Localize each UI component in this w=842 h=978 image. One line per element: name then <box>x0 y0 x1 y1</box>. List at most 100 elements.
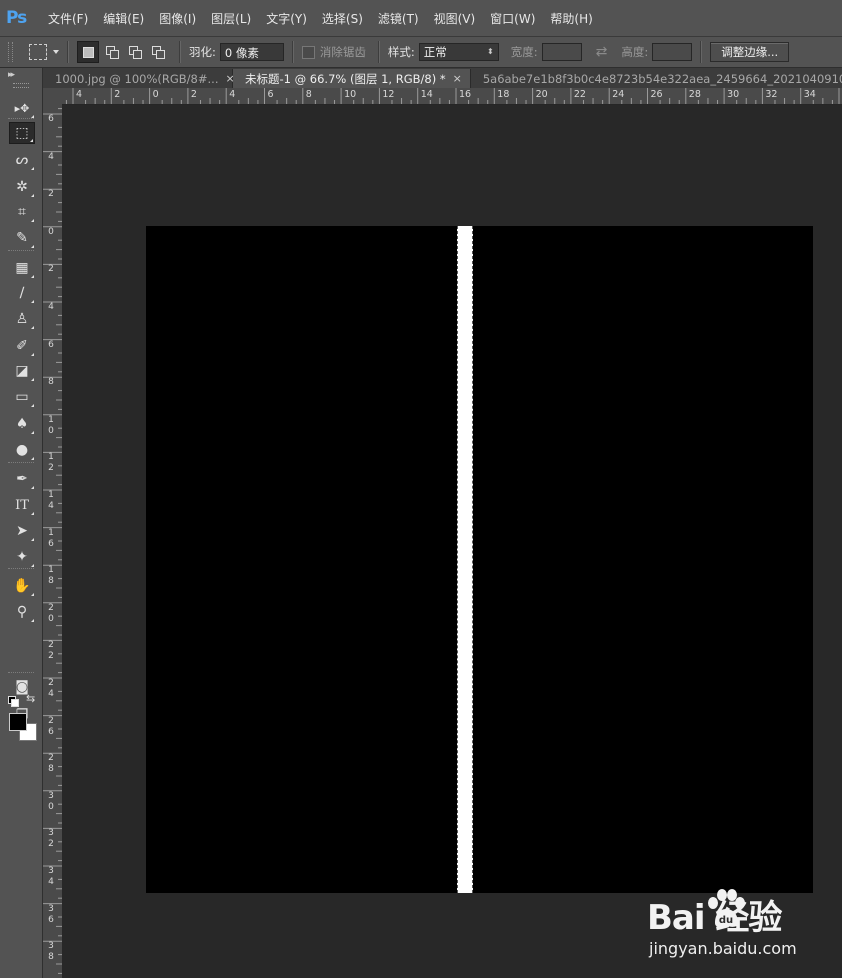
ruler-v-label: 2 <box>48 264 54 275</box>
gradient-tool[interactable]: ▭ <box>9 386 35 408</box>
marquee-selection[interactable] <box>457 226 473 893</box>
ruler-v-label: 30 <box>48 790 54 812</box>
rectangular-marquee-icon: ⬚ <box>15 125 29 141</box>
menu-view[interactable]: 视图(V) <box>434 10 476 27</box>
ruler-v-label: 8 <box>48 377 54 388</box>
ruler-h-label: 10 <box>344 89 357 100</box>
menu-image[interactable]: 图像(I) <box>159 10 196 27</box>
tab-1000-jpg[interactable]: 1000.jpg @ 100%(RGB/8#... × <box>43 69 235 88</box>
blur-tool[interactable]: ♠ <box>9 413 35 435</box>
height-input[interactable] <box>652 43 693 61</box>
tool-flyout-icon <box>31 619 34 622</box>
document-canvas[interactable] <box>146 226 813 893</box>
preset-dropdown-icon[interactable] <box>53 50 59 54</box>
eyedropper-tool[interactable]: ✎ <box>9 227 35 249</box>
pen-tool[interactable]: ✒ <box>9 468 35 490</box>
dodge-icon: ● <box>15 442 29 458</box>
tool-flyout-icon <box>31 538 34 541</box>
magic-wand-tool[interactable]: ✲ <box>9 176 35 198</box>
divider <box>179 41 181 63</box>
add-to-selection-button[interactable] <box>102 42 122 62</box>
feather-input[interactable]: 0 像素 <box>219 43 284 61</box>
brush-icon: ∕ <box>19 285 25 301</box>
ruler-h-label: 26 <box>650 89 663 100</box>
tool-flyout-icon <box>31 167 34 170</box>
menu-file[interactable]: 文件(F) <box>48 10 88 27</box>
custom-shape-icon: ✦ <box>16 549 28 565</box>
pen-icon: ✒ <box>16 471 28 487</box>
tool-flyout-icon <box>31 275 34 278</box>
horizontal-ruler[interactable]: 42024681012141618202224262830323436 <box>62 88 842 105</box>
swap-dimensions-icon[interactable]: ⇄ <box>596 44 608 60</box>
custom-shape-tool[interactable]: ✦ <box>9 546 35 568</box>
path-selection-tool[interactable]: ➤ <box>9 520 35 542</box>
subtract-selection-icon <box>129 46 142 59</box>
document-tabs: 1000.jpg @ 100%(RGB/8#... × 未标题-1 @ 66.7… <box>43 68 842 88</box>
menu-layer[interactable]: 图层(L) <box>211 10 251 27</box>
history-brush-tool[interactable]: ✐ <box>9 335 35 357</box>
new-selection-button[interactable] <box>77 41 99 63</box>
tool-group-divider <box>8 568 34 570</box>
style-select[interactable]: 正常 ⬍ <box>418 43 499 61</box>
crop-tool[interactable]: ⌗ <box>9 201 35 223</box>
path-selection-icon: ➤ <box>16 523 28 539</box>
subtract-from-selection-button[interactable] <box>125 42 145 62</box>
menu-filter[interactable]: 滤镜(T) <box>378 10 419 27</box>
marquee-preset-icon[interactable] <box>29 44 47 60</box>
collapse-panel-icon[interactable]: ▸▸ <box>8 70 15 80</box>
menu-help[interactable]: 帮助(H) <box>550 10 592 27</box>
ruler-v-label: 0 <box>48 226 54 237</box>
swap-colors-icon[interactable]: ⇆ <box>26 692 35 705</box>
tool-flyout-icon <box>31 593 34 596</box>
close-tab-icon[interactable]: × <box>453 72 462 85</box>
eyedropper-icon: ✎ <box>16 230 28 246</box>
antialias-checkbox[interactable] <box>301 45 315 59</box>
clone-stamp-icon: ♙ <box>15 311 29 327</box>
dodge-tool[interactable]: ● <box>9 439 35 461</box>
magic-wand-icon: ✲ <box>16 179 28 195</box>
gradient-icon: ▭ <box>15 389 29 405</box>
refine-edge-button[interactable]: 调整边缘... <box>710 42 790 62</box>
add-selection-icon <box>106 46 119 59</box>
intersect-selection-button[interactable] <box>148 42 168 62</box>
ruler-origin[interactable] <box>43 88 63 105</box>
width-input[interactable] <box>541 43 582 61</box>
style-label: 样式: <box>387 45 415 59</box>
tool-flyout-icon <box>31 194 34 197</box>
spot-healing-brush-tool[interactable]: ▦ <box>9 257 35 279</box>
foreground-color-swatch[interactable] <box>9 713 27 731</box>
ruler-h-label: 2 <box>190 89 197 100</box>
ruler-v-label: 6 <box>48 114 54 124</box>
eraser-tool[interactable]: ◪ <box>9 360 35 382</box>
horizontal-ruler-ticks <box>65 88 840 104</box>
zoom-tool[interactable]: ⚲ <box>9 601 35 623</box>
move-tool[interactable]: ▸✥ <box>9 97 35 119</box>
tab-untitled-1[interactable]: 未标题-1 @ 66.7% (图层 1, RGB/8) * × <box>233 69 471 88</box>
ruler-v-label: 22 <box>48 640 54 662</box>
divider <box>291 41 294 63</box>
ruler-v-label: 34 <box>48 866 54 887</box>
ruler-h-label: 4 <box>76 89 83 100</box>
ruler-v-label: 2 <box>48 189 54 200</box>
lasso-tool[interactable]: ᔕ <box>9 149 35 171</box>
antialias-label: 消除锯齿 <box>319 45 366 59</box>
menu-edit[interactable]: 编辑(E) <box>103 10 144 27</box>
menu-select[interactable]: 选择(S) <box>322 10 363 27</box>
tab-5a6abe7e[interactable]: 5a6abe7e1b8f3b0c4e8723b54e322aea_2459664… <box>470 69 842 88</box>
hand-tool[interactable]: ✋ <box>9 575 35 597</box>
default-colors-icon[interactable] <box>8 696 19 707</box>
ruler-v-label: 6 <box>48 339 54 350</box>
ruler-h-label: 4 <box>229 89 236 100</box>
options-grip[interactable] <box>8 42 13 62</box>
clone-stamp-tool[interactable]: ♙ <box>9 308 35 330</box>
brush-tool[interactable]: ∕ <box>9 282 35 304</box>
menu-type[interactable]: 文字(Y) <box>266 10 307 27</box>
vertical-ruler[interactable]: 6 4 2 0 2 4 6 8 10 12 14 16 18 20 22 24 26 28 30 32 34 36 38 <box>43 104 63 978</box>
tool-flyout-icon <box>31 512 34 515</box>
menu-window[interactable]: 窗口(W) <box>490 10 535 27</box>
ruler-h-label: 8 <box>305 89 312 100</box>
rectangular-marquee-tool[interactable]: ⬚ <box>9 122 35 144</box>
ruler-v-label: 28 <box>48 753 54 775</box>
panel-grip[interactable] <box>13 83 29 88</box>
type-tool[interactable]: IT <box>9 494 35 516</box>
